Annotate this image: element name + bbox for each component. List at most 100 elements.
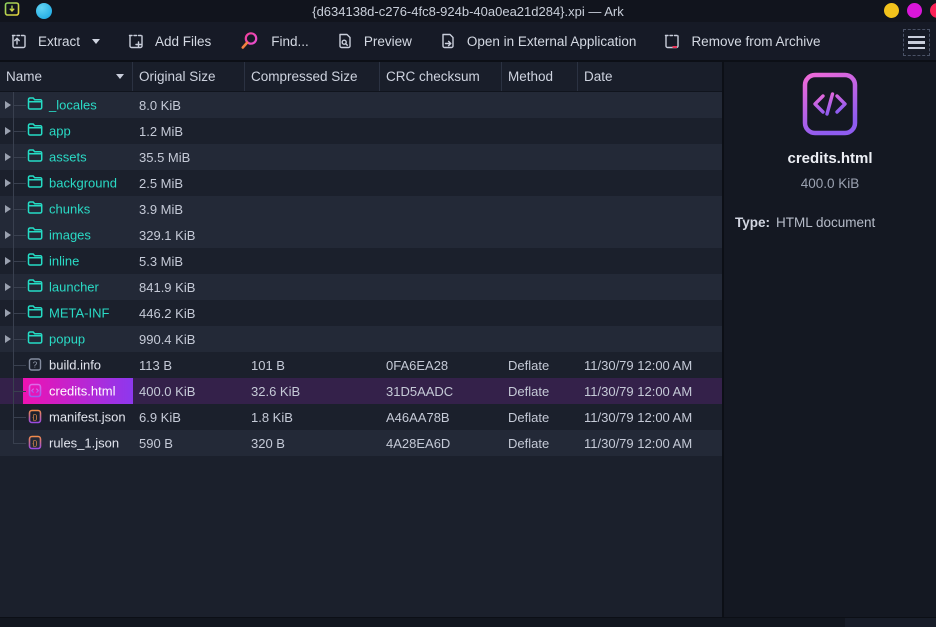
svg-text:{): {) xyxy=(32,413,38,422)
cell-name: images xyxy=(0,222,133,248)
add-files-button[interactable]: Add Files xyxy=(127,32,211,50)
tree-branch xyxy=(13,287,26,288)
cell-crc xyxy=(380,326,502,352)
expand-arrow-icon[interactable] xyxy=(5,205,11,213)
cell-date xyxy=(578,274,722,300)
table-row[interactable]: app 1.2 MiB xyxy=(0,118,722,144)
close-button[interactable] xyxy=(930,3,936,18)
folder-icon xyxy=(27,123,44,140)
cell-crc xyxy=(380,300,502,326)
minimize-button[interactable] xyxy=(884,3,899,18)
table-row[interactable]: launcher 841.9 KiB xyxy=(0,274,722,300)
expand-arrow-icon[interactable] xyxy=(5,335,11,343)
cell-compressed-size xyxy=(245,222,380,248)
cell-crc xyxy=(380,118,502,144)
toolbar-button-label: Add Files xyxy=(155,34,211,49)
entry-name: _locales xyxy=(49,98,97,113)
toolbar-button-label: Extract xyxy=(38,34,80,49)
cell-compressed-size xyxy=(245,326,380,352)
unknown-file-icon: ? xyxy=(27,357,44,374)
cell-name: assets xyxy=(0,144,133,170)
column-header-date[interactable]: Date xyxy=(578,62,722,91)
table-row[interactable]: background2.5 MiB xyxy=(0,170,722,196)
expand-arrow-icon[interactable] xyxy=(5,283,11,291)
cell-original-size: 841.9 KiB xyxy=(133,274,245,300)
column-header-method[interactable]: Method xyxy=(502,62,578,91)
column-header-name[interactable]: Name xyxy=(0,62,133,91)
table-row[interactable]: credits.html400.0 KiB32.6 KiB31D5AADCDef… xyxy=(0,378,722,404)
cell-method: Deflate xyxy=(502,404,578,430)
column-header-compressed-size[interactable]: Compressed Size xyxy=(245,62,380,91)
tree-branch xyxy=(13,157,26,158)
tree-branch xyxy=(13,365,26,366)
archive-table: NameOriginal SizeCompressed SizeCRC chec… xyxy=(0,62,724,617)
cell-method xyxy=(502,170,578,196)
sort-descending-icon xyxy=(116,74,124,79)
cell-compressed-size: 101 B xyxy=(245,352,380,378)
cell-date xyxy=(578,222,722,248)
tree-branch xyxy=(13,105,26,106)
preview-icon xyxy=(336,32,354,50)
cell-original-size: 400.0 KiB xyxy=(133,378,245,404)
table-row[interactable]: ?build.info113 B101 B0FA6EA28Deflate11/3… xyxy=(0,352,722,378)
table-row[interactable]: META-INF446.2 KiB xyxy=(0,300,722,326)
cell-original-size: 329.1 KiB xyxy=(133,222,245,248)
html-file-icon xyxy=(27,383,44,400)
table-row[interactable]: popup990.4 KiB xyxy=(0,326,722,352)
cell-original-size: 113 B xyxy=(133,352,245,378)
entry-name: inline xyxy=(49,254,79,269)
hamburger-menu-button[interactable] xyxy=(903,29,930,56)
expand-arrow-icon[interactable] xyxy=(5,231,11,239)
cell-method: Deflate xyxy=(502,378,578,404)
column-header-original-size[interactable]: Original Size xyxy=(133,62,245,91)
toolbar-button-label: Preview xyxy=(364,34,412,49)
cell-crc xyxy=(380,170,502,196)
svg-text:?: ? xyxy=(33,361,38,370)
cell-name: _locales xyxy=(0,92,133,118)
ark-app-icon xyxy=(4,1,20,22)
titlebar[interactable]: {d634138d-c276-4fc8-924b-40a0ea21d284}.x… xyxy=(0,0,936,22)
cell-crc xyxy=(380,248,502,274)
maximize-button[interactable] xyxy=(907,3,922,18)
expand-arrow-icon[interactable] xyxy=(5,309,11,317)
bottom-edge xyxy=(0,617,936,627)
cell-date: 11/30/79 12:00 AM xyxy=(578,404,722,430)
entry-name: launcher xyxy=(49,280,99,295)
table-row[interactable]: {)manifest.json6.9 KiB1.8 KiBA46AA78BDef… xyxy=(0,404,722,430)
table-row[interactable]: inline 5.3 MiB xyxy=(0,248,722,274)
toolbar-button-label: Open in External Application xyxy=(467,34,637,49)
table-row[interactable]: chunks3.9 MiB xyxy=(0,196,722,222)
entry-name: assets xyxy=(49,150,87,165)
details-size: 400.0 KiB xyxy=(801,176,860,191)
cell-compressed-size xyxy=(245,274,380,300)
open-in-external-application-button[interactable]: Open in External Application xyxy=(439,32,637,50)
cell-crc: A46AA78B xyxy=(380,404,502,430)
expand-arrow-icon[interactable] xyxy=(5,179,11,187)
cell-compressed-size xyxy=(245,300,380,326)
column-header-crc-checksum[interactable]: CRC checksum xyxy=(380,62,502,91)
table-row[interactable]: images329.1 KiB xyxy=(0,222,722,248)
table-row[interactable]: _locales8.0 KiB xyxy=(0,92,722,118)
table-row[interactable]: assets35.5 MiB xyxy=(0,144,722,170)
details-type-value: HTML document xyxy=(776,215,875,230)
folder-icon xyxy=(27,253,44,270)
table-row[interactable]: {)rules_1.json590 B320 B4A28EA6DDeflate1… xyxy=(0,430,722,456)
find-button[interactable]: Find... xyxy=(238,30,309,52)
expand-arrow-icon[interactable] xyxy=(5,101,11,109)
expand-arrow-icon[interactable] xyxy=(5,127,11,135)
titlebar-menu-dot[interactable] xyxy=(36,3,52,19)
folder-icon xyxy=(27,175,44,192)
expand-arrow-icon[interactable] xyxy=(5,153,11,161)
cell-method: Deflate xyxy=(502,430,578,456)
extract-button[interactable]: Extract xyxy=(10,32,100,50)
folder-icon xyxy=(27,331,44,348)
cell-original-size: 5.3 MiB xyxy=(133,248,245,274)
cell-crc: 31D5AADC xyxy=(380,378,502,404)
cell-original-size: 1.2 MiB xyxy=(133,118,245,144)
folder-icon xyxy=(27,201,44,218)
expand-arrow-icon[interactable] xyxy=(5,257,11,265)
preview-button[interactable]: Preview xyxy=(336,32,412,50)
remove-from-archive-button[interactable]: Remove from Archive xyxy=(663,32,820,50)
tree-branch xyxy=(13,391,26,392)
entry-name: app xyxy=(49,124,71,139)
